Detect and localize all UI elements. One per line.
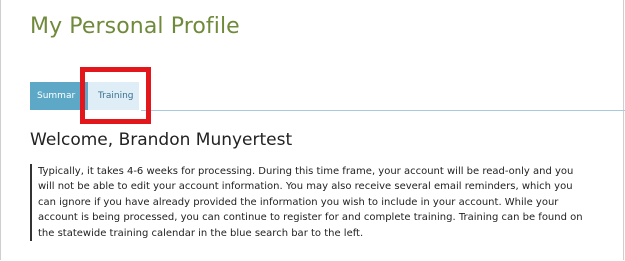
notice-line: account is being processed, you can cont… (38, 212, 583, 224)
training-tab-highlight (80, 67, 151, 124)
notice-line: will not be able to edit your account in… (38, 181, 573, 193)
notice-line: the statewide training calendar in the b… (38, 227, 364, 239)
page-title: My Personal Profile (30, 14, 240, 39)
welcome-heading: Welcome, Brandon Munyertest (30, 130, 293, 150)
notice-line: can ignore if you have already provided … (38, 196, 559, 208)
notice-line: Typically, it takes 4-6 weeks for proces… (38, 166, 574, 177)
profile-panel: My Personal Profile Summar Training Welc… (0, 0, 625, 260)
tab-divider (141, 110, 625, 111)
processing-notice: Typically, it takes 4-6 weeks for proces… (30, 164, 617, 242)
